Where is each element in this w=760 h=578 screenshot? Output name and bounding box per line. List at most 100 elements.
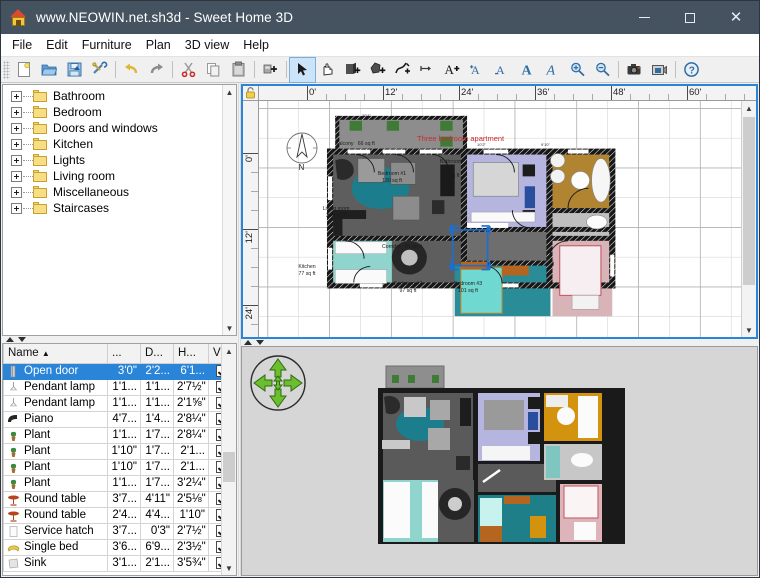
decrease-text-size-button[interactable]: A xyxy=(490,58,515,82)
bold-button[interactable]: A xyxy=(515,58,540,82)
column-header-width[interactable]: ... xyxy=(107,344,141,364)
cell-visible[interactable] xyxy=(208,506,221,524)
cell-visible[interactable] xyxy=(208,378,221,396)
plan-canvas[interactable]: Three bedroom apartment Balcony 66 sq ft… xyxy=(259,101,741,337)
create-rooms-button[interactable] xyxy=(365,58,390,82)
redo-button[interactable] xyxy=(144,58,169,82)
table-row[interactable]: Pendant lamp 1'1... 1'1... 2'7½" xyxy=(3,378,221,396)
plan-vertical-scrollbar[interactable]: ▲ ▼ xyxy=(741,101,756,337)
cell-visible[interactable] xyxy=(208,538,221,556)
zoom-out-button[interactable] xyxy=(590,58,615,82)
create-polylines-button[interactable] xyxy=(390,58,415,82)
table-row[interactable]: Service hatch 3'7... 0'3" 2'7½" xyxy=(3,522,221,540)
compass-rose-icon[interactable]: N xyxy=(283,129,321,171)
create-video-button[interactable] xyxy=(647,58,672,82)
toolbar-grip[interactable] xyxy=(3,60,10,79)
menu-3d-view[interactable]: 3D view xyxy=(178,35,236,55)
menu-furniture[interactable]: Furniture xyxy=(75,35,139,55)
padlock-icon[interactable] xyxy=(245,87,256,99)
cell-visible[interactable] xyxy=(208,554,221,572)
cell-visible[interactable] xyxy=(208,522,221,540)
navigation-compass-widget[interactable] xyxy=(249,354,307,412)
table-row[interactable]: Piano 4'7... 1'4... 2'8¼" xyxy=(3,410,221,428)
catalog-category-kitchen[interactable]: Kitchen xyxy=(3,136,222,152)
cell-visible[interactable] xyxy=(208,490,221,508)
collapse-down-icon[interactable] xyxy=(18,337,26,342)
furniture-catalog-tree[interactable]: Bathroom Bedroom Doors and windows Kitch… xyxy=(2,84,237,336)
scroll-up-icon[interactable]: ▲ xyxy=(223,85,236,99)
table-row[interactable]: Open door 3'0" 2'2... 6'1... xyxy=(3,362,221,380)
table-row[interactable]: Round table 2'4... 4'4... 1'10" xyxy=(3,506,221,524)
new-home-button[interactable] xyxy=(12,58,37,82)
table-row[interactable]: Plant 1'1... 1'7... 2'8¼" xyxy=(3,426,221,444)
catalog-category-bathroom[interactable]: Bathroom xyxy=(3,88,222,104)
cell-visible[interactable] xyxy=(208,410,221,428)
scroll-down-icon[interactable]: ▼ xyxy=(223,321,236,335)
catalog-scrollbar[interactable]: ▲ ▼ xyxy=(222,85,236,335)
copy-button[interactable] xyxy=(201,58,226,82)
zoom-in-button[interactable] xyxy=(565,58,590,82)
catalog-category-miscellaneous[interactable]: Miscellaneous xyxy=(3,184,222,200)
menu-edit[interactable]: Edit xyxy=(39,35,75,55)
plan-3dview-splitter[interactable] xyxy=(241,339,759,346)
preferences-button[interactable] xyxy=(87,58,112,82)
expand-icon[interactable] xyxy=(11,170,22,182)
collapse-up-icon[interactable] xyxy=(244,340,252,345)
collapse-down-icon[interactable] xyxy=(256,340,264,345)
cell-visible[interactable] xyxy=(208,458,221,476)
column-header-depth[interactable]: D... xyxy=(140,344,174,364)
menu-plan[interactable]: Plan xyxy=(139,35,178,55)
expand-icon[interactable] xyxy=(11,122,22,134)
catalog-category-lights[interactable]: Lights xyxy=(3,152,222,168)
table-row[interactable]: Plant 1'1... 1'7... 3'2¼" xyxy=(3,474,221,492)
collapse-up-icon[interactable] xyxy=(6,337,14,342)
table-row[interactable]: Single bed 3'6... 6'9... 2'3½" xyxy=(3,538,221,556)
select-tool-button[interactable] xyxy=(289,56,316,83)
create-photo-button[interactable] xyxy=(622,58,647,82)
column-header-visible[interactable]: Vi... xyxy=(208,344,221,364)
scrollbar-thumb[interactable] xyxy=(743,117,755,285)
pan-tool-button[interactable] xyxy=(315,58,340,82)
catalog-category-bedroom[interactable]: Bedroom xyxy=(3,104,222,120)
italic-button[interactable]: A xyxy=(540,58,565,82)
scroll-down-icon[interactable]: ▼ xyxy=(222,561,236,575)
maximize-button[interactable] xyxy=(667,1,713,34)
help-button[interactable]: ? xyxy=(679,58,704,82)
aerial-3d-render[interactable] xyxy=(378,364,625,544)
plan-title-annotation[interactable]: Three bedroom apartment xyxy=(417,134,504,143)
table-row[interactable]: Plant 1'10" 1'7... 2'1... xyxy=(3,442,221,460)
increase-text-size-button[interactable]: A xyxy=(465,58,490,82)
paste-button[interactable] xyxy=(226,58,251,82)
open-button[interactable] xyxy=(37,58,62,82)
table-row[interactable]: Pendant lamp 1'1... 1'1... 2'1⅝" xyxy=(3,394,221,412)
scroll-up-icon[interactable]: ▲ xyxy=(742,101,756,115)
expand-icon[interactable] xyxy=(11,90,22,102)
expand-icon[interactable] xyxy=(11,106,22,118)
create-dimensions-button[interactable] xyxy=(415,58,440,82)
add-furniture-button[interactable] xyxy=(258,58,283,82)
catalog-category-living-room[interactable]: Living room xyxy=(3,168,222,184)
cell-visible[interactable] xyxy=(208,426,221,444)
expand-icon[interactable] xyxy=(11,138,22,150)
column-header-height[interactable]: H... xyxy=(173,344,209,364)
plan-view-panel[interactable]: 0' 12' 24' 36' 48' 60' 0' 12' 24' Three … xyxy=(241,84,758,339)
3d-view-panel[interactable] xyxy=(241,346,758,576)
expand-icon[interactable] xyxy=(11,154,22,166)
catalog-category-staircases[interactable]: Staircases xyxy=(3,200,222,216)
scroll-up-icon[interactable]: ▲ xyxy=(222,344,236,358)
add-text-button[interactable]: A xyxy=(440,58,465,82)
table-row[interactable]: Round table 3'7... 4'11" 2'5⅛" xyxy=(3,490,221,508)
furniture-table-scrollbar[interactable]: ▲ ▼ xyxy=(221,344,236,575)
expand-icon[interactable] xyxy=(11,202,22,214)
furniture-list-panel[interactable]: Name ▲ ... D... H... Vi... xyxy=(2,343,237,576)
expand-icon[interactable] xyxy=(11,186,22,198)
column-header-name[interactable]: Name ▲ xyxy=(3,344,108,364)
save-button[interactable] xyxy=(62,58,87,82)
scrollbar-thumb[interactable] xyxy=(223,452,235,482)
cell-visible[interactable] xyxy=(208,474,221,492)
cell-visible[interactable] xyxy=(208,362,221,380)
table-row[interactable]: Plant 1'10" 1'7... 2'1... xyxy=(3,458,221,476)
undo-button[interactable] xyxy=(119,58,144,82)
create-walls-button[interactable] xyxy=(340,58,365,82)
scroll-down-icon[interactable]: ▼ xyxy=(742,323,756,337)
